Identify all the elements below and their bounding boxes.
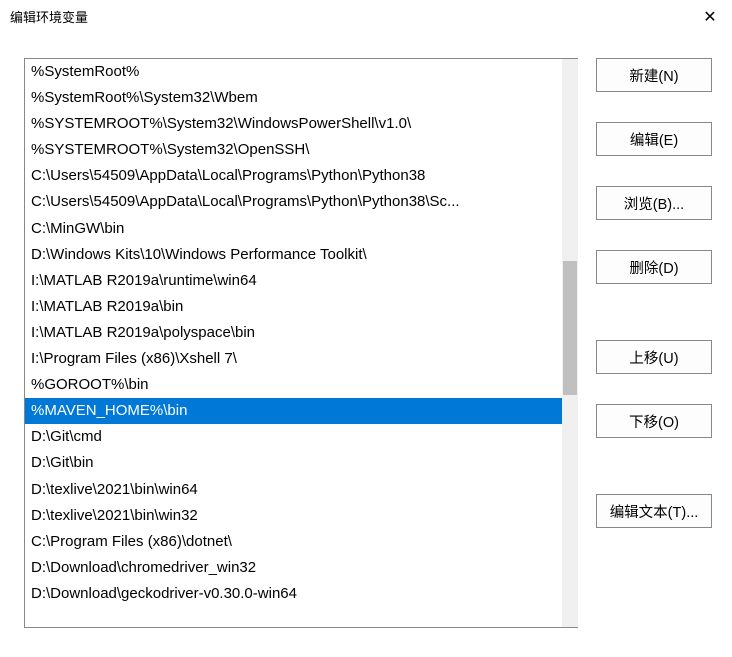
close-icon[interactable]: ✕ — [700, 7, 720, 27]
scrollbar-thumb[interactable] — [563, 261, 577, 395]
list-item[interactable]: %SYSTEMROOT%\System32\WindowsPowerShell\… — [25, 111, 577, 137]
list-item[interactable]: C:\MinGW\bin — [25, 216, 577, 242]
list-item[interactable]: I:\MATLAB R2019a\polyspace\bin — [25, 320, 577, 346]
new-button[interactable]: 新建(N) — [596, 58, 712, 92]
dialog-content: %SystemRoot%%SystemRoot%\System32\Wbem%S… — [0, 34, 732, 657]
list-item[interactable]: C:\Program Files (x86)\dotnet\ — [25, 529, 577, 555]
list-item[interactable]: D:\Git\bin — [25, 450, 577, 476]
list-item[interactable]: %SystemRoot%\System32\Wbem — [25, 85, 577, 111]
list-item[interactable]: %MAVEN_HOME%\bin — [25, 398, 577, 424]
list-item[interactable]: D:\texlive\2021\bin\win64 — [25, 477, 577, 503]
list-item[interactable]: %SystemRoot% — [25, 59, 577, 85]
list-item[interactable]: D:\Download\geckodriver-v0.30.0-win64 — [25, 581, 577, 607]
list-item[interactable]: I:\MATLAB R2019a\runtime\win64 — [25, 268, 577, 294]
list-item[interactable]: D:\texlive\2021\bin\win32 — [25, 503, 577, 529]
window-title: 编辑环境变量 — [10, 7, 88, 26]
delete-button[interactable]: 删除(D) — [596, 250, 712, 284]
scrollbar-track[interactable] — [562, 59, 578, 627]
edit-text-button[interactable]: 编辑文本(T)... — [596, 494, 712, 528]
move-up-button[interactable]: 上移(U) — [596, 340, 712, 374]
browse-button[interactable]: 浏览(B)... — [596, 186, 712, 220]
list-item[interactable]: %SYSTEMROOT%\System32\OpenSSH\ — [25, 137, 577, 163]
path-listbox[interactable]: %SystemRoot%%SystemRoot%\System32\Wbem%S… — [24, 58, 578, 628]
list-item[interactable]: C:\Users\54509\AppData\Local\Programs\Py… — [25, 189, 577, 215]
list-item[interactable]: D:\Git\cmd — [25, 424, 577, 450]
list-item[interactable]: D:\Windows Kits\10\Windows Performance T… — [25, 242, 577, 268]
edit-env-var-dialog: 编辑环境变量 ✕ %SystemRoot%%SystemRoot%\System… — [0, 0, 732, 657]
action-sidebar: 新建(N) 编辑(E) 浏览(B)... 删除(D) 上移(U) 下移(O) 编… — [596, 58, 712, 647]
list-item[interactable]: C:\Users\54509\AppData\Local\Programs\Py… — [25, 163, 577, 189]
list-item[interactable]: I:\Program Files (x86)\Xshell 7\ — [25, 346, 577, 372]
titlebar: 编辑环境变量 ✕ — [0, 0, 732, 34]
list-item[interactable]: %GOROOT%\bin — [25, 372, 577, 398]
edit-button[interactable]: 编辑(E) — [596, 122, 712, 156]
move-down-button[interactable]: 下移(O) — [596, 404, 712, 438]
list-item[interactable]: D:\Download\chromedriver_win32 — [25, 555, 577, 581]
list-item[interactable]: I:\MATLAB R2019a\bin — [25, 294, 577, 320]
